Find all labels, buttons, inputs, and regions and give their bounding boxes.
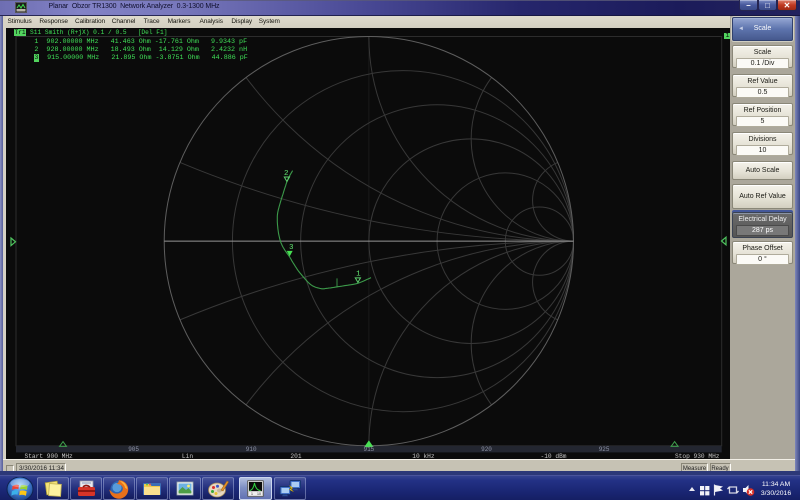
svg-text:3: 3 bbox=[289, 244, 294, 252]
svg-text:1: 1 bbox=[251, 492, 253, 496]
svg-text:10: 10 bbox=[257, 492, 261, 496]
svg-text:2: 2 bbox=[284, 170, 289, 178]
svg-text:1: 1 bbox=[356, 271, 361, 279]
